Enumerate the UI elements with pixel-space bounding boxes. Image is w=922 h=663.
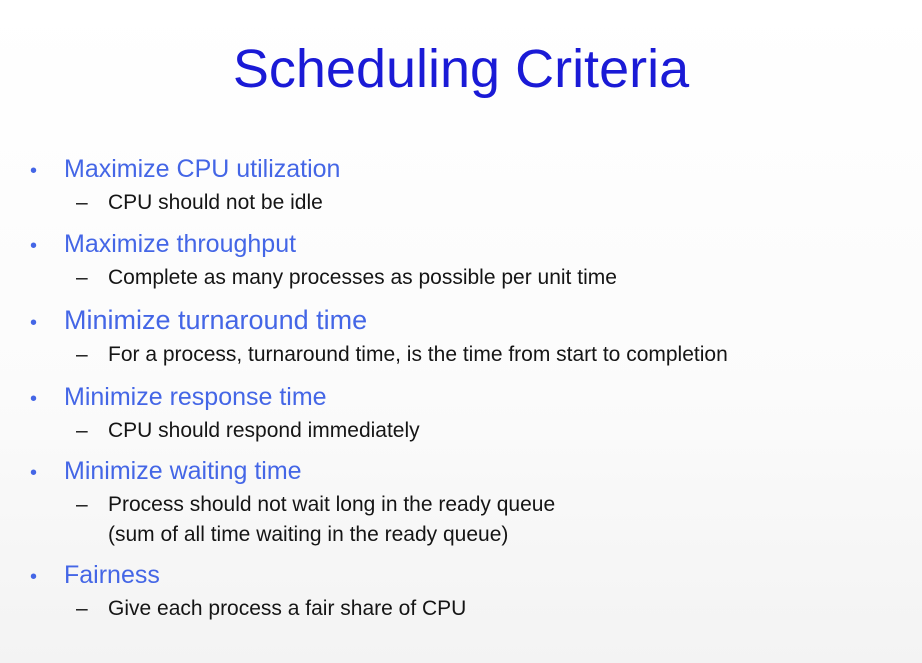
bullet-item: • Minimize turnaround time – For a proce…: [30, 305, 912, 370]
bullet-heading-text: Maximize CPU utilization: [64, 155, 341, 183]
sub-bullet-line: (sum of all time waiting in the ready qu…: [108, 523, 509, 546]
dash-icon: –: [76, 343, 88, 366]
bullet-item: • Minimize waiting time – Process should…: [30, 457, 912, 550]
bullet-heading: • Fairness: [30, 561, 912, 590]
bullet-heading: • Minimize turnaround time: [30, 305, 912, 336]
bullet-heading-text: Minimize turnaround time: [64, 305, 368, 335]
bullet-dot-icon: •: [30, 235, 38, 257]
dash-icon: –: [76, 419, 88, 442]
sub-bullet-text: Give each process a fair share of CPU: [108, 597, 467, 620]
sub-bullet-text: Complete as many processes as possible p…: [108, 266, 617, 289]
sub-bullet-text: CPU should not be idle: [108, 191, 323, 214]
dash-icon: –: [76, 493, 88, 516]
bullet-heading: • Maximize CPU utilization: [30, 155, 912, 184]
bullet-heading: • Minimize response time: [30, 383, 912, 412]
bullet-item: • Fairness – Give each process a fair sh…: [30, 561, 912, 624]
sub-bullet: – Give each process a fair share of CPU: [76, 594, 912, 624]
slide: Scheduling Criteria • Maximize CPU utili…: [0, 0, 922, 663]
bullet-heading-text: Maximize throughput: [64, 230, 297, 258]
sub-bullet-line: Process should not wait long in the read…: [108, 493, 556, 516]
sub-bullet: – CPU should respond immediately: [76, 416, 912, 446]
sub-bullet-text: Process should not wait long in the read…: [108, 490, 555, 550]
bullet-dot-icon: •: [30, 388, 38, 410]
bullet-dot-icon: •: [30, 566, 38, 588]
bullet-dot-icon: •: [30, 160, 38, 182]
dash-icon: –: [76, 597, 88, 620]
bullet-heading: • Maximize throughput: [30, 230, 912, 259]
sub-bullet: – Complete as many processes as possible…: [76, 263, 912, 293]
slide-title: Scheduling Criteria: [232, 39, 690, 99]
dash-icon: –: [76, 191, 88, 214]
bullet-item: • Maximize throughput – Complete as many…: [30, 230, 912, 293]
sub-bullet: – For a process, turnaround time, is the…: [76, 340, 912, 370]
bullet-dot-icon: •: [30, 312, 38, 334]
bullet-heading: • Minimize waiting time: [30, 457, 912, 486]
bullet-item: • Maximize CPU utilization – CPU should …: [30, 155, 912, 218]
bullet-heading-text: Minimize waiting time: [64, 457, 302, 485]
bullet-item: • Minimize response time – CPU should re…: [30, 383, 912, 446]
dash-icon: –: [76, 266, 88, 289]
bullet-heading-text: Fairness: [64, 561, 160, 589]
sub-bullet-text: For a process, turnaround time, is the t…: [108, 343, 728, 366]
bullet-dot-icon: •: [30, 462, 38, 484]
sub-bullet: – CPU should not be idle: [76, 188, 912, 218]
sub-bullet: – Process should not wait long in the re…: [76, 490, 912, 550]
sub-bullet-text: CPU should respond immediately: [108, 419, 420, 442]
bullet-heading-text: Minimize response time: [64, 383, 327, 411]
